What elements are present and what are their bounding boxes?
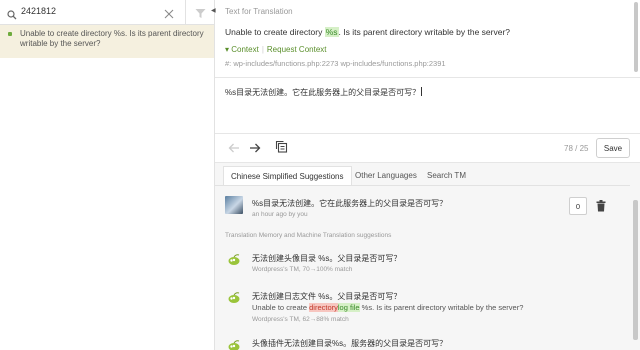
character-counter: 78 / 25 xyxy=(564,144,589,153)
suggestion-text[interactable]: %s目录无法创建。它在此服务器上的父目录是否可写？ xyxy=(252,198,447,209)
search-divider xyxy=(185,0,186,25)
translation-textarea[interactable]: %s目录无法创建。它在此服务器上的父目录是否可写？ xyxy=(225,87,423,98)
previous-arrow-icon[interactable] xyxy=(228,141,240,159)
trash-icon[interactable] xyxy=(596,199,606,217)
clear-search-icon[interactable] xyxy=(164,6,174,24)
text-caret xyxy=(421,87,423,96)
tm-section-header: Translation Memory and Machine Translati… xyxy=(225,232,392,239)
translation-memory-icon xyxy=(227,253,241,267)
diff-text: %s. Is its parent directory writable by … xyxy=(359,303,524,312)
save-button[interactable]: Save xyxy=(596,138,630,158)
editor-panel: ◀ Text for Translation Unable to create … xyxy=(211,0,640,350)
translation-text: %s目录无法创建。它在此服务器上的父目录是否可写？ xyxy=(225,88,421,97)
scrollbar-top[interactable] xyxy=(634,2,638,72)
search-input[interactable]: 2421812 xyxy=(21,6,56,16)
scrollbar-bottom[interactable] xyxy=(633,200,638,340)
source-text-after: . Is its parent directory writable by th… xyxy=(338,27,511,37)
search-icon xyxy=(7,7,17,25)
filter-icon[interactable] xyxy=(195,6,206,24)
search-bar: 2421812 xyxy=(0,0,215,25)
translated-status-icon xyxy=(8,32,12,36)
divider xyxy=(215,133,640,134)
diff-added: log file xyxy=(337,303,360,312)
suggestion-meta: an hour ago by you xyxy=(252,211,308,218)
placeholder-highlight: %s xyxy=(324,27,339,37)
avatar xyxy=(225,196,243,214)
tab-chinese-suggestions[interactable]: Chinese Simplified Suggestions xyxy=(223,166,352,186)
vote-count[interactable]: 0 xyxy=(569,197,587,215)
source-string: Unable to create directory %s. Is its pa… xyxy=(225,27,510,37)
tm-diff-original: Unable to create directorylog file %s. I… xyxy=(252,303,523,312)
context-row: ▾ Context | Request Context xyxy=(225,45,327,54)
string-list-item[interactable]: Unable to create directory %s. Is its pa… xyxy=(0,25,214,58)
source-text-before: Unable to create directory xyxy=(225,27,325,37)
collapse-sidebar-icon[interactable]: ◀ xyxy=(211,7,216,14)
next-arrow-icon[interactable] xyxy=(249,141,261,159)
context-label: Context xyxy=(231,45,259,54)
copy-original-icon[interactable] xyxy=(275,140,288,158)
tm-suggestion-text[interactable]: 头像插件无法创建目录%s。服务器的父目录是否可写？ xyxy=(252,338,447,349)
translation-memory-icon xyxy=(227,291,241,305)
divider xyxy=(215,77,640,78)
string-list-item-text: Unable to create directory %s. Is its pa… xyxy=(20,29,204,48)
context-separator: | xyxy=(261,45,264,54)
tm-suggestion-text[interactable]: 无法创建日志文件 %s。父目录是否可写？ xyxy=(252,291,401,302)
section-label: Text for Translation xyxy=(225,7,293,16)
tab-other-languages[interactable]: Other Languages xyxy=(348,166,424,186)
tm-suggestion-text[interactable]: 无法创建头像目录 %s。父目录是否可写？ xyxy=(252,253,401,264)
string-list-panel: 2421812 Unable to create directory %s. I… xyxy=(0,0,215,350)
translation-memory-icon xyxy=(227,339,241,350)
diff-removed: directory xyxy=(309,303,338,312)
tab-search-tm[interactable]: Search TM xyxy=(420,166,473,186)
caret-down-icon: ▾ xyxy=(225,45,230,54)
request-context-link[interactable]: Request Context xyxy=(267,45,327,54)
context-toggle[interactable]: ▾ Context xyxy=(225,45,259,54)
file-references: #: wp-includes/functions.php:2273 wp-inc… xyxy=(225,59,446,68)
tm-suggestion-meta: Wordpress's TM, 70→100% match xyxy=(252,266,353,273)
diff-text: Unable to create xyxy=(252,303,310,312)
tm-suggestion-meta: Wordpress's TM, 62→88% match xyxy=(252,316,349,323)
